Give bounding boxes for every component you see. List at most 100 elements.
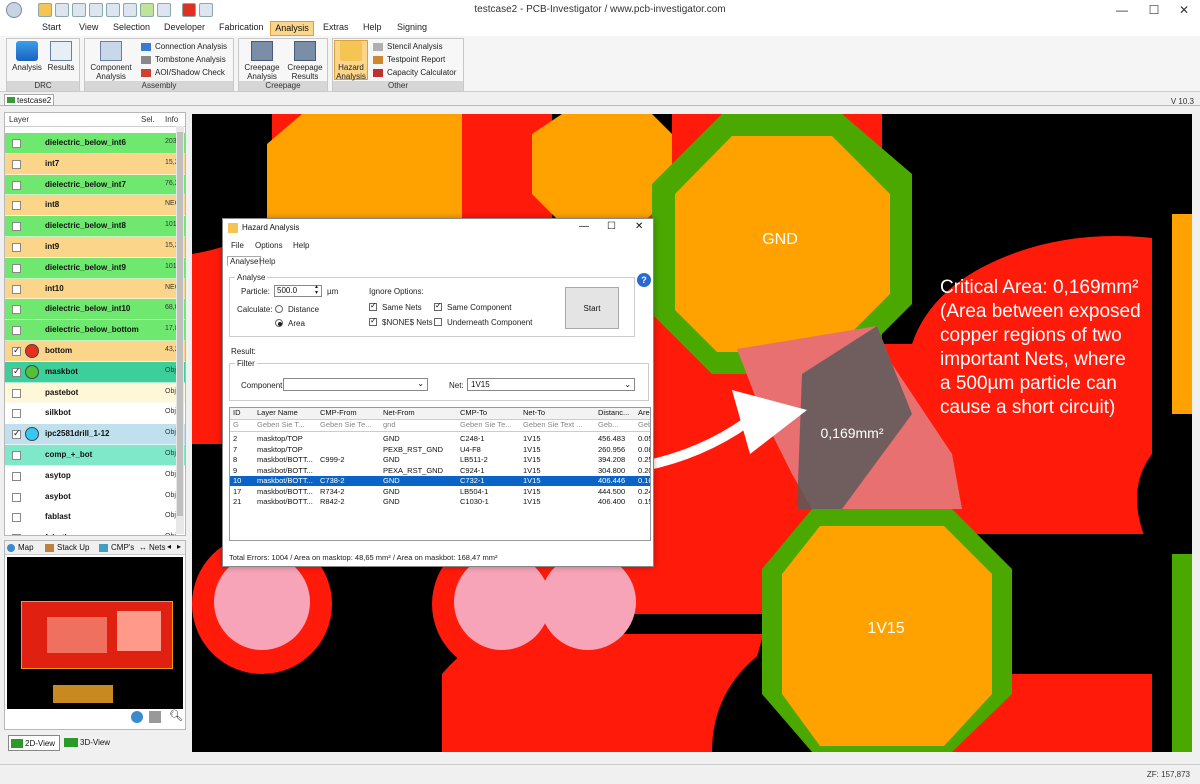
dialog-minimize-button[interactable]: — (579, 221, 589, 232)
dialog-menu-file[interactable]: File (231, 241, 244, 250)
tab-scroll-left-icon[interactable]: ◂ (167, 542, 171, 551)
creepage-results-button[interactable]: Creepage Results (284, 41, 326, 81)
layer-visibility-checkbox[interactable] (12, 180, 21, 190)
board-overview-map[interactable] (7, 557, 183, 709)
table-row[interactable]: 10 maskbot/BOTT... C738-2 GND C732-1 1V15 406.… (230, 476, 650, 486)
layer-row[interactable]: dielectric_below_bottom 17,8 (5, 320, 185, 341)
tab-start[interactable]: Start (42, 22, 61, 32)
layer-visibility-checkbox[interactable] (12, 305, 21, 315)
layer-visibility-checkbox[interactable] (12, 222, 21, 232)
tab-stackup[interactable]: Stack Up (45, 543, 89, 552)
table-row[interactable]: 9 maskbot/BOTT... PEXA_RST_GND C924-1 1V15 30… (230, 466, 650, 476)
layer-scrollbar[interactable] (176, 126, 184, 534)
dialog-close-button[interactable]: ✕ (635, 221, 643, 232)
checkbox-same-component[interactable] (434, 301, 442, 311)
layer-row[interactable]: asytop Obj (5, 465, 185, 487)
tab-help[interactable]: Help (363, 22, 382, 32)
map-layer-icon[interactable] (149, 711, 161, 723)
column-layer[interactable]: Layer (9, 113, 29, 126)
layer-color-swatch[interactable] (25, 364, 39, 379)
table-row[interactable]: 2 masktop/TOP GND C248-1 1V15 456.483 0.05 (230, 434, 650, 444)
tab-analysis[interactable]: Analysis (270, 21, 314, 36)
layer-visibility-checkbox[interactable] (12, 471, 21, 481)
layer-visibility-checkbox[interactable] (12, 450, 21, 460)
layer-row[interactable]: bottom43,2 (5, 340, 185, 362)
layer-row[interactable]: asybot Obj (5, 486, 185, 508)
component-analysis-button[interactable]: Component Analysis (87, 41, 135, 81)
layer-row[interactable]: ipc2581drill_1-12 Obj (5, 424, 185, 445)
map-globe-icon[interactable] (131, 711, 143, 723)
layer-visibility-checkbox[interactable] (12, 492, 21, 502)
help-icon[interactable]: ? (637, 273, 651, 287)
layer-color-swatch[interactable] (25, 343, 39, 358)
dialog-title-bar[interactable]: Hazard Analysis — ☐ ✕ (223, 219, 653, 237)
drc-analysis-button[interactable]: Analysis (11, 41, 43, 72)
radio-area[interactable] (275, 319, 283, 327)
layer-row[interactable]: int9 15,2 (5, 236, 185, 258)
layer-visibility-checkbox[interactable] (12, 242, 21, 252)
layer-row[interactable]: silkbot Obj (5, 403, 185, 425)
table-row[interactable]: 7 masktop/TOP PEXB_RST_GND U4-F8 1V15 260.956… (230, 445, 650, 455)
layer-visibility-checkbox[interactable] (12, 534, 21, 535)
zoom-icon[interactable]: 🔍︎ (169, 709, 183, 722)
checkbox-none-nets[interactable] (369, 316, 377, 326)
dialog-tab-analyse[interactable]: Analyse (227, 256, 262, 266)
tab-developer[interactable]: Developer (164, 22, 205, 32)
close-button[interactable]: ✕ (1166, 0, 1200, 20)
tab-selection[interactable]: Selection (113, 22, 150, 32)
dialog-tab-help[interactable]: Help (259, 257, 275, 266)
layer-row[interactable]: int8 NEG (5, 195, 185, 217)
layer-visibility-checkbox[interactable] (12, 366, 21, 377)
column-info[interactable]: Info (165, 113, 178, 126)
table-header-row[interactable]: ID Layer Name CMP-From Net-From CMP-To Net-To… (230, 408, 650, 420)
hazard-analysis-button[interactable]: Hazard Analysis (334, 40, 368, 81)
layer-row[interactable]: int10 NEG (5, 278, 185, 300)
tab-cmps[interactable]: CMP's (99, 543, 134, 552)
capacity-calculator-button[interactable]: Capacity Calculator (373, 68, 456, 77)
tab-extras[interactable]: Extras (323, 22, 349, 32)
layer-visibility-checkbox[interactable] (12, 284, 21, 294)
layer-row[interactable]: int7 15,2 (5, 153, 185, 175)
layer-row[interactable]: dielectric_below_int8 101 (5, 216, 185, 237)
tab-nets[interactable]: ↔ Nets (139, 543, 165, 552)
tab-2d-view[interactable]: 2D-View (8, 735, 60, 751)
layer-visibility-checkbox[interactable] (12, 159, 21, 169)
tab-view[interactable]: View (79, 22, 98, 32)
tab-fabrication[interactable]: Fabrication (219, 22, 264, 32)
layer-color-swatch[interactable] (25, 427, 39, 442)
layer-visibility-checkbox[interactable] (12, 409, 21, 419)
results-table[interactable]: ID Layer Name CMP-From Net-From CMP-To Net-To… (229, 407, 651, 541)
minimize-button[interactable]: — (1104, 0, 1140, 20)
aoi-shadow-check-button[interactable]: AOI/Shadow Check (141, 68, 225, 77)
tab-map[interactable]: Map (7, 543, 34, 552)
particle-spinner-icon[interactable]: ▴ ▾ (315, 284, 318, 296)
layer-visibility-checkbox[interactable] (12, 388, 21, 398)
layer-row[interactable]: pastebot Obj (5, 382, 185, 404)
start-button[interactable]: Start (565, 287, 619, 329)
layer-visibility-checkbox[interactable] (12, 513, 21, 523)
table-row[interactable]: 21 maskbot/BOTT... R842-2 GND C1030-1 1V15 406… (230, 497, 650, 507)
table-row[interactable]: 17 maskbot/BOTT... R734-2 GND LB504-1 1V15 444… (230, 487, 650, 497)
tab-scroll-right-icon[interactable]: ▸ (177, 542, 181, 551)
layer-visibility-checkbox[interactable] (12, 326, 21, 336)
table-row[interactable]: 8 maskbot/BOTT... C999-2 GND LB511-2 1V15 394.… (230, 455, 650, 465)
checkbox-underneath-component[interactable] (434, 318, 442, 326)
tombstone-analysis-button[interactable]: Tombstone Analysis (141, 55, 226, 64)
radio-distance[interactable] (275, 305, 283, 313)
layer-visibility-checkbox[interactable] (12, 345, 21, 356)
dialog-menu-options[interactable]: Options (255, 241, 283, 250)
layer-row[interactable]: fablast Obj (5, 507, 185, 529)
column-sel[interactable]: Sel. (141, 113, 155, 126)
component-dropdown[interactable]: ⌄ (283, 378, 428, 391)
layer-row[interactable]: dielectric_below_int7 76,2 (5, 174, 185, 196)
layer-visibility-checkbox[interactable] (12, 201, 21, 211)
layer-visibility-checkbox[interactable] (12, 139, 21, 148)
layer-row[interactable]: dielectric_below_int6 203 (5, 133, 185, 154)
stencil-analysis-button[interactable]: Stencil Analysis (373, 42, 443, 51)
layer-row[interactable]: comp_+_bot Obj (5, 444, 185, 466)
layer-row[interactable]: dielectric_below_int10 68,0 (5, 299, 185, 321)
creepage-analysis-button[interactable]: Creepage Analysis (241, 41, 283, 81)
dialog-maximize-button[interactable]: ☐ (607, 221, 616, 232)
tab-3d-view[interactable]: 3D-View (62, 735, 114, 751)
table-filter-row[interactable]: G Geben Sie T... Geben Sie Te... gnd Geben S… (230, 420, 650, 432)
